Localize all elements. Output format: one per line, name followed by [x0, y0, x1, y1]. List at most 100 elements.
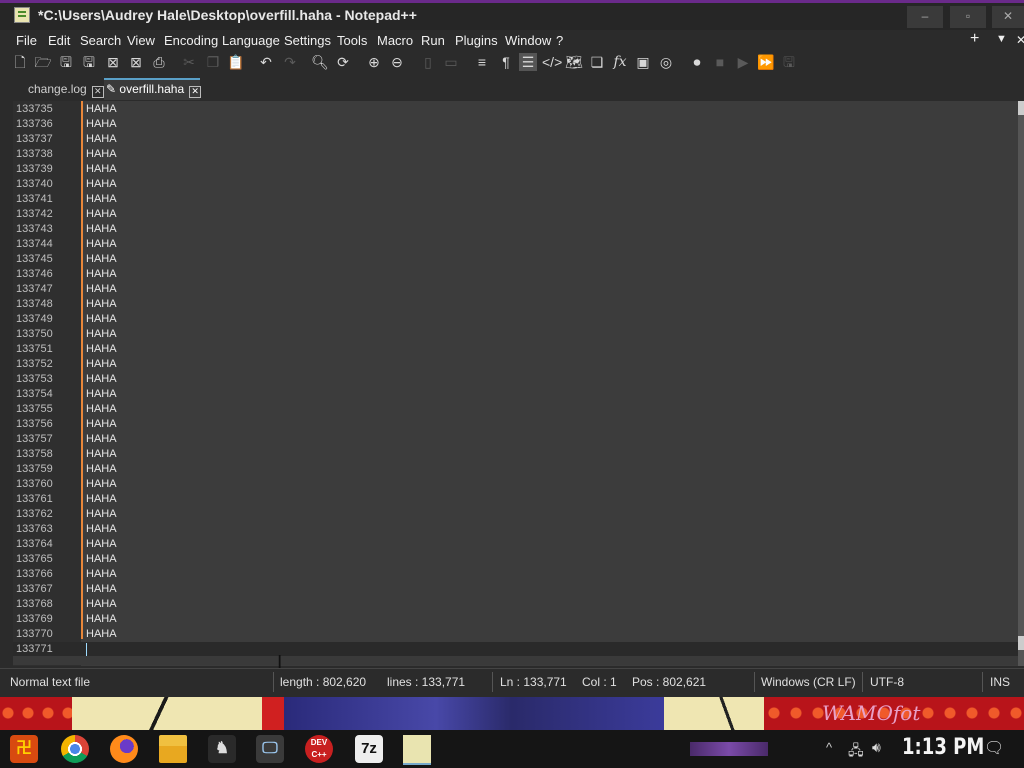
redo-icon[interactable]: ↷ [281, 53, 299, 71]
line-text[interactable]: HAHA [86, 598, 117, 610]
play-macro-icon[interactable]: ▶ [734, 53, 752, 71]
line-text[interactable]: HAHA [86, 238, 117, 250]
line-text[interactable]: HAHA [86, 568, 117, 580]
menu-plugins[interactable]: Plugins [455, 33, 498, 48]
save-icon[interactable]: 🖫 [57, 53, 75, 71]
vertical-scrollbar[interactable] [1018, 101, 1024, 666]
save-all-icon[interactable]: 🖫 [80, 53, 98, 71]
line-text[interactable]: HAHA [86, 523, 117, 535]
line-text[interactable]: HAHA [86, 388, 117, 400]
status-eol[interactable]: Windows (CR LF) [761, 675, 856, 689]
menu-search[interactable]: Search [80, 33, 121, 48]
close-button[interactable]: ✕ [992, 6, 1024, 28]
line-text[interactable]: HAHA [86, 148, 117, 160]
line-text[interactable]: HAHA [86, 358, 117, 370]
tab-overfill-haha[interactable]: ✎ overfill.haha ✕ [104, 78, 202, 100]
menu-settings[interactable]: Settings [284, 33, 331, 48]
zoom-out-icon[interactable]: ⊖ [388, 53, 406, 71]
xml-tag-icon[interactable]: </> [542, 53, 562, 71]
save-macro-icon[interactable]: 🖫 [780, 53, 798, 71]
editor-area[interactable]: 133735 HAHA 133736 HAHA 133737 HAHA 133738 HAHA… [13, 101, 1018, 666]
tab-list-button[interactable]: ▼ [996, 33, 1007, 45]
add-tab-button[interactable]: + [970, 30, 979, 48]
print-icon[interactable]: ⎙ [150, 53, 168, 71]
line-text[interactable]: HAHA [86, 628, 117, 640]
menu-edit[interactable]: Edit [48, 33, 70, 48]
line-text[interactable]: HAHA [86, 223, 117, 235]
folder-workspace-icon[interactable]: ▣ [634, 53, 652, 71]
line-text[interactable]: HAHA [86, 283, 117, 295]
volume-icon[interactable]: 🔊︎ [872, 739, 881, 756]
close-doc-button[interactable]: ✕ [1016, 33, 1024, 47]
record-macro-icon[interactable]: ⏺ [688, 53, 706, 71]
menu-encoding[interactable]: Encoding [164, 33, 218, 48]
maximize-button[interactable]: ▫ [950, 6, 986, 28]
stop-macro-icon[interactable]: ■ [711, 53, 729, 71]
menu-file[interactable]: File [16, 33, 37, 48]
word-wrap-icon[interactable]: ≡ [473, 53, 491, 71]
line-text[interactable]: HAHA [86, 508, 117, 520]
show-all-chars-icon[interactable]: ¶ [497, 53, 515, 71]
steam-icon[interactable]: ♞ [208, 735, 236, 763]
scroll-up-arrow[interactable] [1018, 101, 1024, 115]
function-list-icon[interactable]: fx [611, 53, 629, 71]
sync-vertical-icon[interactable]: ▯ [419, 53, 437, 71]
menu-window[interactable]: Window [505, 33, 551, 48]
status-insert-mode[interactable]: INS [990, 675, 1010, 689]
line-text[interactable]: HAHA [86, 553, 117, 565]
line-text[interactable]: HAHA [86, 328, 117, 340]
open-file-icon[interactable]: 🗁 [34, 53, 52, 71]
find-icon[interactable]: 🔍︎ [311, 53, 329, 71]
line-text[interactable]: HAHA [86, 298, 117, 310]
line-text[interactable]: HAHA [86, 373, 117, 385]
firefox-icon[interactable] [110, 735, 138, 763]
line-text[interactable]: HAHA [86, 178, 117, 190]
remote-desktop-icon[interactable]: 🖵 [256, 735, 284, 763]
taskbar-clock[interactable]: 1:13 PM [902, 735, 984, 760]
network-icon[interactable]: 🖧 [848, 740, 864, 764]
line-text[interactable]: HAHA [86, 268, 117, 280]
menu-language[interactable]: Language [222, 33, 280, 48]
monitoring-icon[interactable]: ◎ [657, 53, 675, 71]
cut-icon[interactable]: ✂ [180, 53, 198, 71]
start-icon[interactable]: 卍 [10, 735, 38, 763]
dev-cpp-icon[interactable]: DEV C++ [305, 735, 333, 763]
tab-close-icon[interactable]: ✕ [189, 86, 202, 98]
tab-change-log[interactable]: change.log ✕ [28, 78, 104, 100]
menu-tools[interactable]: Tools [337, 33, 367, 48]
menu-help[interactable]: ? [556, 33, 563, 48]
minimize-button[interactable]: – [907, 6, 943, 28]
line-text[interactable]: HAHA [86, 403, 117, 415]
title-bar[interactable]: *C:\Users\Audrey Hale\Desktop\overfill.h… [0, 0, 1024, 30]
line-text[interactable]: HAHA [86, 163, 117, 175]
line-text[interactable]: HAHA [86, 448, 117, 460]
indent-guide-icon[interactable]: ☰ [519, 53, 537, 71]
line-text[interactable]: HAHA [86, 583, 117, 595]
menu-run[interactable]: Run [421, 33, 445, 48]
scroll-down-arrow[interactable] [1018, 636, 1024, 650]
line-text[interactable]: HAHA [86, 613, 117, 625]
line-text[interactable]: HAHA [86, 253, 117, 265]
notifications-icon[interactable]: 🗨 [984, 738, 1004, 758]
line-text[interactable]: HAHA [86, 133, 117, 145]
menu-view[interactable]: View [127, 33, 155, 48]
zoom-in-icon[interactable]: ⊕ [365, 53, 383, 71]
new-file-icon[interactable]: 🗋 [11, 53, 29, 71]
document-map-icon[interactable]: 🗺︎ [565, 53, 583, 71]
copy-icon[interactable]: ❐ [204, 53, 222, 71]
horizontal-scrollbar[interactable] [13, 656, 1018, 665]
file-explorer-icon[interactable] [159, 735, 187, 763]
notepadpp-taskbar-icon[interactable] [403, 735, 431, 765]
sync-horizontal-icon[interactable]: ▭ [442, 53, 460, 71]
line-text[interactable]: HAHA [86, 418, 117, 430]
close-icon[interactable]: ⊠ [104, 53, 122, 71]
line-text[interactable]: HAHA [86, 463, 117, 475]
line-text[interactable]: HAHA [86, 313, 117, 325]
run-macro-multiple-icon[interactable]: ⏩ [757, 53, 775, 71]
line-text[interactable]: HAHA [86, 493, 117, 505]
tray-chevron-icon[interactable]: ^ [826, 740, 832, 755]
line-text[interactable]: HAHA [86, 208, 117, 220]
status-encoding[interactable]: UTF-8 [870, 675, 904, 689]
line-text[interactable]: HAHA [86, 433, 117, 445]
document-list-icon[interactable]: ❏ [588, 53, 606, 71]
